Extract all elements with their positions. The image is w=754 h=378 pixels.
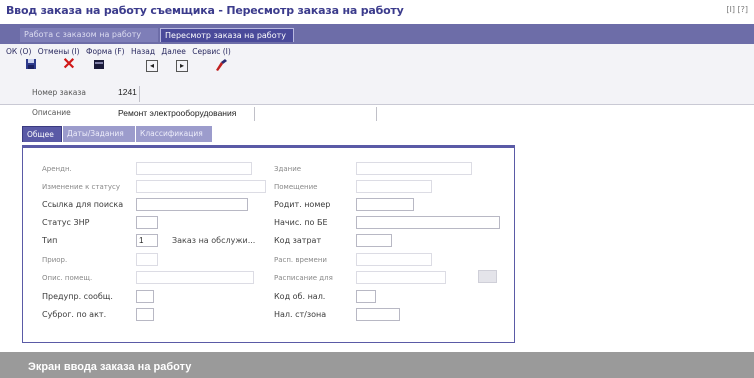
- divider: [376, 107, 377, 121]
- field-label: Расп. времени: [274, 256, 327, 264]
- menu-ok[interactable]: ОК (О): [6, 47, 31, 56]
- toolbar: ОК (О) Отмены (I) Форма (F) Назад Далее …: [0, 44, 754, 105]
- form-icon[interactable]: [92, 58, 106, 72]
- window-controls[interactable]: [I] [?]: [726, 5, 748, 14]
- delete-icon[interactable]: ✕: [62, 57, 76, 73]
- field-label: Начис. по БЕ: [274, 218, 328, 227]
- room-input[interactable]: [356, 180, 432, 193]
- status-input[interactable]: [136, 216, 158, 229]
- field-label: Тип: [42, 236, 58, 245]
- field-label: Предупр. сообщ.: [42, 292, 113, 301]
- field-label: Помещение: [274, 183, 318, 191]
- field-label: Расписание для: [274, 274, 333, 282]
- field-label: Статус ЗНР: [42, 218, 90, 227]
- tab-classification[interactable]: Классификация: [136, 126, 212, 142]
- window-titlebar: Ввод заказа на работу съемщика - Пересмо…: [0, 0, 754, 24]
- field-label: Ссылка для поиска: [42, 200, 124, 209]
- order-number-label: Номер заказа: [32, 88, 86, 97]
- time-schedule-input[interactable]: [356, 253, 432, 266]
- save-icon[interactable]: [24, 58, 38, 72]
- menu-cancel[interactable]: Отмены (I): [38, 47, 80, 56]
- prev-icon[interactable]: ◂: [146, 60, 158, 72]
- field-label: Арендн.: [42, 165, 72, 173]
- warning-message-input[interactable]: [136, 290, 154, 303]
- room-description-input[interactable]: [136, 271, 254, 284]
- divider: [254, 107, 255, 121]
- type-input[interactable]: 1: [136, 234, 158, 247]
- tab-work-order-entry[interactable]: Работа с заказом на работу: [20, 28, 158, 42]
- menu-tools[interactable]: Сервис (I): [192, 47, 230, 56]
- tax-zone-input[interactable]: [356, 308, 400, 321]
- field-label: Опис. помещ.: [42, 274, 93, 282]
- field-label: Здание: [274, 165, 302, 173]
- menu-back[interactable]: Назад: [131, 47, 155, 56]
- tab-work-order-review[interactable]: Пересмотр заказа на работу: [160, 28, 294, 42]
- top-tab-bar: Работа с заказом на работу Пересмотр зак…: [0, 24, 754, 44]
- business-unit-input[interactable]: [356, 216, 500, 229]
- tab-general[interactable]: Общее: [22, 126, 62, 142]
- menu-form[interactable]: Форма (F): [86, 47, 125, 56]
- window-title: Ввод заказа на работу съемщика - Пересмо…: [6, 4, 404, 17]
- order-number-value: 1241: [118, 87, 137, 97]
- priority-input[interactable]: [136, 253, 158, 266]
- menu-next[interactable]: Далее: [161, 47, 185, 56]
- field-label: Изменение к статусу: [42, 183, 120, 191]
- caption-text: Экран ввода заказа на работу: [28, 361, 192, 373]
- status-change-input[interactable]: [136, 180, 266, 193]
- field-label: Приор.: [42, 256, 68, 264]
- menu-bar: ОК (О) Отмены (I) Форма (F) Назад Далее …: [6, 47, 235, 56]
- schedule-for-input[interactable]: [356, 271, 446, 284]
- field-label: Код затрат: [274, 236, 322, 245]
- field-label: Нал. ст/зона: [274, 310, 327, 319]
- type-description: Заказ на обслужи...: [172, 236, 256, 245]
- description-value: Ремонт электрооборудования: [118, 108, 237, 118]
- field-label: Родит. номер: [274, 200, 331, 209]
- tax-code-input[interactable]: [356, 290, 376, 303]
- field-label: Суброг. по акт.: [42, 310, 107, 319]
- search-reference-input[interactable]: [136, 198, 248, 211]
- divider: [139, 86, 140, 102]
- next-icon[interactable]: ▸: [176, 60, 188, 72]
- lookup-button[interactable]: [478, 270, 497, 283]
- tenant-input[interactable]: [136, 162, 252, 175]
- tab-dates-tasks[interactable]: Даты/Задания: [63, 126, 135, 142]
- building-input[interactable]: [356, 162, 472, 175]
- caption-bar: Экран ввода заказа на работу: [0, 352, 754, 378]
- parent-number-input[interactable]: [356, 198, 414, 211]
- cost-code-input[interactable]: [356, 234, 392, 247]
- tools-icon[interactable]: [214, 58, 228, 72]
- description-label: Описание: [32, 108, 71, 117]
- field-label: Код об. нал.: [274, 292, 326, 301]
- subrogation-input[interactable]: [136, 308, 154, 321]
